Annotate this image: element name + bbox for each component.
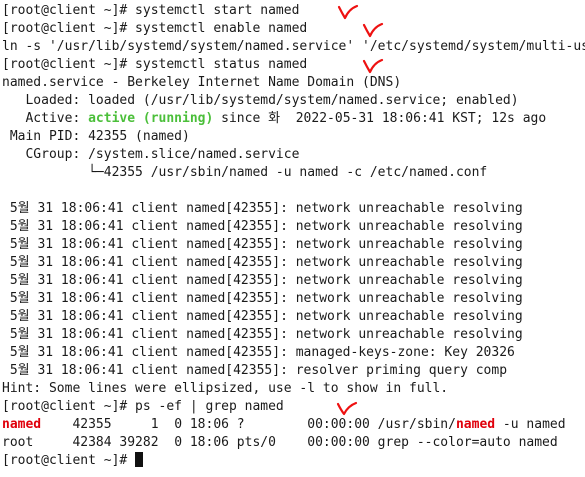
active-since: since 화 2022-05-31 18:06:41 KST; 12s ago: [213, 111, 547, 126]
ps-fields: 42355 1 0 18:06 ? 00:00:00 /usr/sbin/: [41, 417, 456, 432]
active-status: active (running): [88, 111, 214, 126]
ps-cmd-highlight: named: [455, 417, 496, 432]
ps-row-root: root 42384 39282 0 18:06 pts/0 00:00:00 …: [2, 434, 558, 452]
active-status-line: Active: active (running) since 화 2022-05…: [2, 110, 546, 128]
terminal-line: [root@client ~]# systemctl start named: [2, 3, 300, 18]
log-line: 5월 31 18:06:41 client named[42355]: netw…: [2, 273, 523, 288]
ps-fields: 42384 39282 0 18:06 pts/0 00:00:00 grep …: [33, 435, 558, 450]
terminal-line: [root@client ~]# systemctl enable named: [2, 21, 308, 36]
log-line: 5월 31 18:06:41 client named[42355]: netw…: [2, 291, 523, 306]
terminal-line: ln -s '/usr/lib/systemd/system/named.ser…: [2, 39, 585, 54]
ps-row-named: named 42355 1 0 18:06 ? 00:00:00 /usr/sb…: [2, 416, 566, 434]
ps-cmd-tail: -u named: [495, 417, 566, 432]
ps-uid: named: [2, 417, 42, 432]
log-line: 5월 31 18:06:41 client named[42355]: netw…: [2, 309, 523, 324]
red-check-icon: [336, 401, 358, 416]
log-line: 5월 31 18:06:41 client named[42355]: netw…: [2, 255, 523, 270]
prompt-line[interactable]: [root@client ~]#: [2, 452, 144, 470]
terminal-line: [root@client ~]# systemctl status named: [2, 57, 308, 72]
red-check-icon: [362, 22, 384, 38]
terminal-line: CGroup: /system.slice/named.service: [2, 147, 300, 162]
log-line: 5월 31 18:06:41 client named[42355]: netw…: [2, 219, 523, 234]
log-line: 5월 31 18:06:41 client named[42355]: netw…: [2, 327, 523, 342]
text-cursor: [135, 452, 144, 467]
terminal-line: Loaded: loaded (/usr/lib/systemd/system/…: [2, 93, 519, 108]
log-line: 5월 31 18:06:41 client named[42355]: mana…: [2, 345, 515, 360]
log-line: 5월 31 18:06:41 client named[42355]: netw…: [2, 237, 523, 252]
hint-line: Hint: Some lines were ellipsized, use -l…: [2, 381, 449, 396]
red-check-icon: [337, 4, 359, 20]
terminal-line: Main PID: 42355 (named): [2, 129, 190, 144]
terminal-line: named.service - Berkeley Internet Name D…: [2, 75, 402, 90]
active-label: Active:: [2, 111, 89, 126]
log-line: 5월 31 18:06:41 client named[42355]: reso…: [2, 363, 508, 378]
terminal-line: └─42355 /usr/sbin/named -u named -c /etc…: [2, 165, 488, 180]
shell-prompt: [root@client ~]#: [2, 453, 136, 468]
red-check-icon: [362, 58, 384, 74]
log-line: 5월 31 18:06:41 client named[42355]: netw…: [2, 201, 523, 216]
terminal-line: [root@client ~]# ps -ef | grep named: [2, 399, 284, 414]
ps-uid: root: [2, 435, 34, 450]
terminal-window[interactable]: [root@client ~]# systemctl start named […: [0, 0, 585, 477]
